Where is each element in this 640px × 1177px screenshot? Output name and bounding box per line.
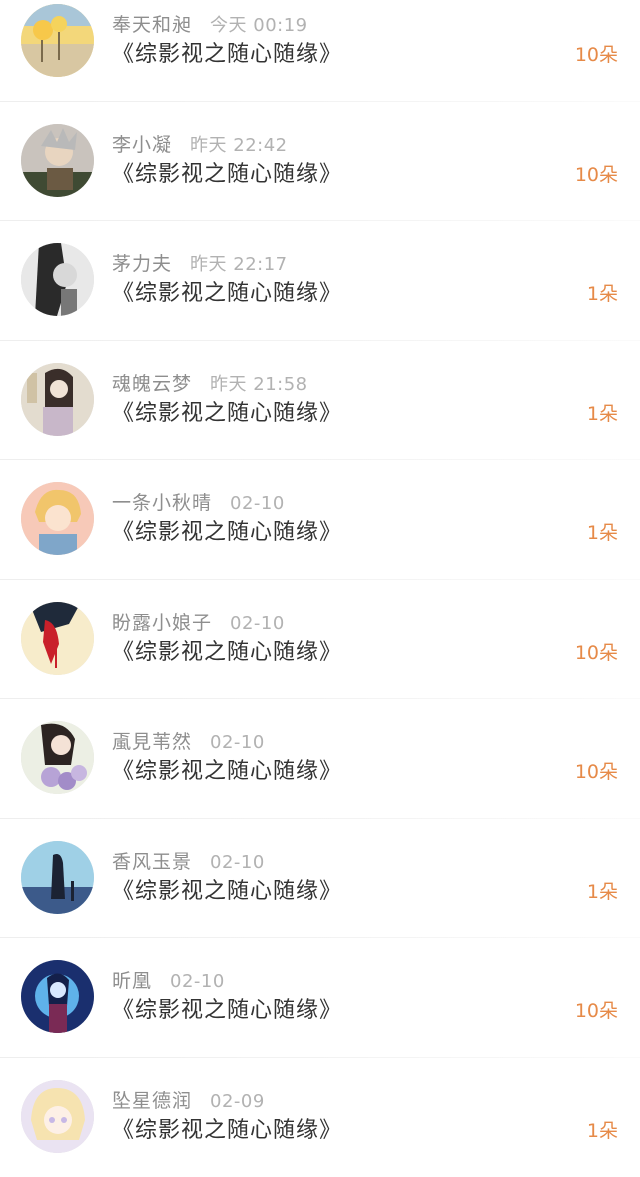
gift-count: 1朵 (587, 877, 618, 904)
timestamp: 昨天 22:42 (190, 135, 288, 156)
timestamp: 今天 00:19 (210, 15, 308, 36)
book-title[interactable]: 《综影视之随心随缘》 (112, 634, 342, 666)
timestamp: 02-10 (230, 493, 285, 514)
avatar[interactable] (21, 602, 94, 675)
list-item[interactable]: 茅力夫昨天 22:17 《综影视之随心随缘》 1朵 (0, 221, 640, 341)
avatar[interactable] (21, 960, 94, 1033)
gift-count: 1朵 (587, 1116, 618, 1143)
avatar[interactable] (21, 721, 94, 794)
timestamp: 昨天 22:17 (190, 254, 288, 275)
list-item[interactable]: 魂魄云梦昨天 21:58 《综影视之随心随缘》 1朵 (0, 341, 640, 461)
list-item[interactable]: 坠星德润 02-09 《综影视之随心随缘》 1朵 (0, 1058, 640, 1177)
gift-count: 1朵 (587, 518, 618, 545)
gift-count: 10朵 (575, 160, 618, 187)
book-title[interactable]: 《综影视之随心随缘》 (112, 156, 342, 188)
gift-count: 1朵 (587, 279, 618, 306)
book-title[interactable]: 《综影视之随心随缘》 (112, 514, 342, 546)
avatar[interactable] (21, 841, 94, 914)
list-item[interactable]: 盼露小娘子 02-10 《综影视之随心随缘》 10朵 (0, 580, 640, 700)
gift-record-list: 奉天和昶今天 00:19 《综影视之随心随缘》 10朵 李小凝昨天 22:42 … (0, 0, 640, 1177)
list-item[interactable]: 一条小秋晴 02-10 《综影视之随心随缘》 1朵 (0, 460, 640, 580)
nickname[interactable]: 昕凰 (112, 970, 152, 992)
avatar[interactable] (21, 124, 94, 197)
gift-count: 10朵 (575, 40, 618, 67)
book-title[interactable]: 《综影视之随心随缘》 (112, 36, 342, 68)
list-item[interactable]: 香风玉景 02-10 《综影视之随心随缘》 1朵 (0, 819, 640, 939)
avatar[interactable] (21, 1080, 94, 1153)
book-title[interactable]: 《综影视之随心随缘》 (112, 395, 342, 427)
avatar[interactable] (21, 243, 94, 316)
book-title[interactable]: 《综影视之随心随缘》 (112, 873, 342, 905)
avatar[interactable] (21, 363, 94, 436)
nickname[interactable]: 魂魄云梦 (112, 373, 192, 395)
list-item[interactable]: 昕凰 02-10 《综影视之随心随缘》 10朵 (0, 938, 640, 1058)
book-title[interactable]: 《综影视之随心随缘》 (112, 992, 342, 1024)
nickname[interactable]: 一条小秋晴 (112, 492, 212, 514)
nickname[interactable]: 坠星德润 (112, 1090, 192, 1112)
book-title[interactable]: 《综影视之随心随缘》 (112, 275, 342, 307)
book-title[interactable]: 《综影视之随心随缘》 (112, 1112, 342, 1144)
gift-count: 10朵 (575, 757, 618, 784)
timestamp: 02-10 (230, 613, 285, 634)
gift-count: 10朵 (575, 638, 618, 665)
nickname[interactable]: 茅力夫 (112, 253, 172, 275)
avatar[interactable] (21, 4, 94, 77)
book-title[interactable]: 《综影视之随心随缘》 (112, 753, 342, 785)
timestamp: 02-10 (210, 852, 265, 873)
nickname[interactable]: 李小凝 (112, 134, 172, 156)
avatar[interactable] (21, 482, 94, 555)
list-item[interactable]: 李小凝昨天 22:42 《综影视之随心随缘》 10朵 (0, 102, 640, 222)
nickname[interactable]: 颪見苇然 (112, 731, 192, 753)
gift-count: 10朵 (575, 996, 618, 1023)
timestamp: 昨天 21:58 (210, 374, 308, 395)
timestamp: 02-09 (210, 1091, 265, 1112)
timestamp: 02-10 (210, 732, 265, 753)
list-item[interactable]: 奉天和昶今天 00:19 《综影视之随心随缘》 10朵 (0, 0, 640, 102)
nickname[interactable]: 盼露小娘子 (112, 612, 212, 634)
nickname[interactable]: 香风玉景 (112, 851, 192, 873)
nickname[interactable]: 奉天和昶 (112, 14, 192, 36)
timestamp: 02-10 (170, 971, 225, 992)
gift-count: 1朵 (587, 399, 618, 426)
list-item[interactable]: 颪見苇然 02-10 《综影视之随心随缘》 10朵 (0, 699, 640, 819)
